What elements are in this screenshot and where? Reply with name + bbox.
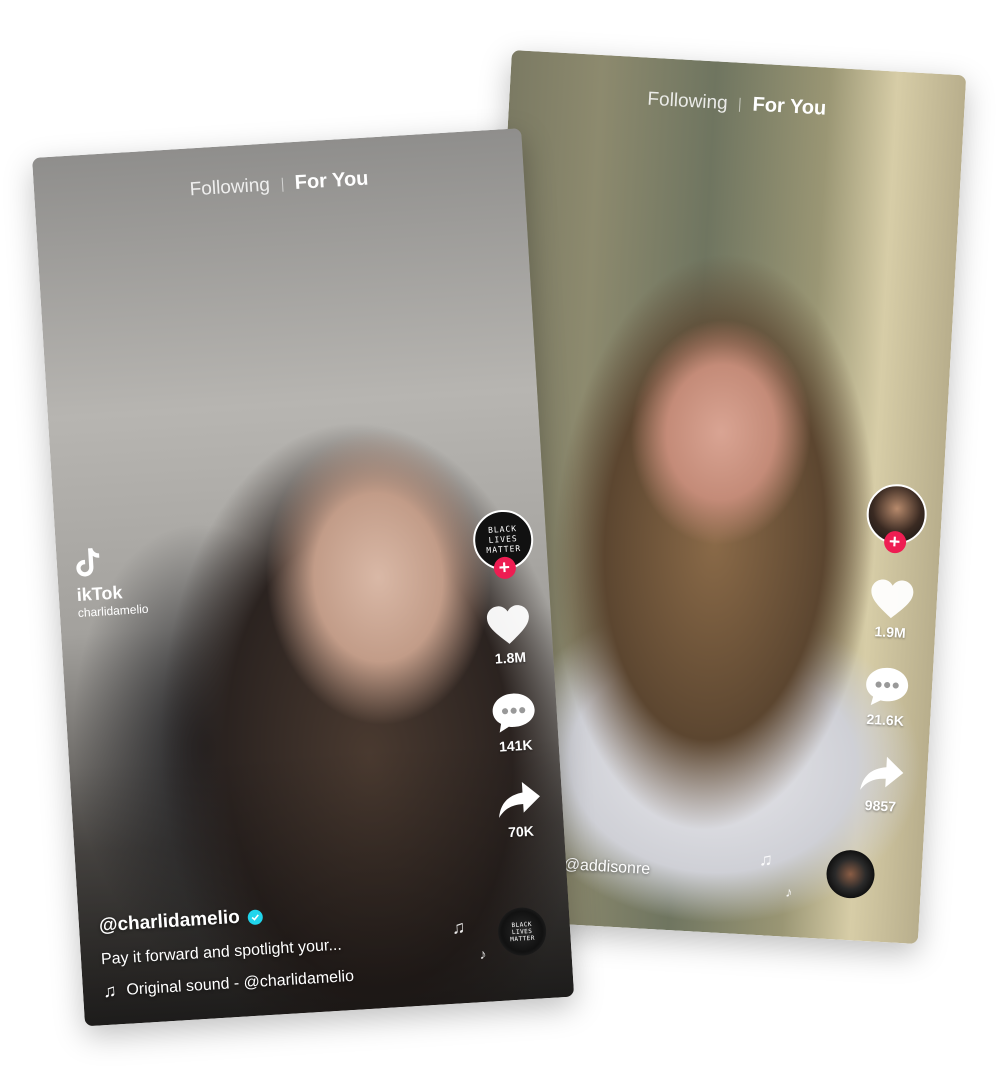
music-note-small-icon: ♪ xyxy=(785,883,793,900)
verified-icon xyxy=(247,908,264,925)
tab-following[interactable]: Following xyxy=(647,89,728,114)
comment-icon xyxy=(866,667,909,706)
follow-plus-icon[interactable]: + xyxy=(493,556,517,580)
disc-blm-text: BLACK LIVES MATTER xyxy=(510,920,536,943)
video-card-charlidamelio[interactable]: Following For You ikTok charlidamelio BLA… xyxy=(32,128,575,1027)
video-description[interactable]: Pay it forward and spotlight your... xyxy=(101,936,353,969)
tab-divider xyxy=(281,177,284,192)
tiktok-logo-icon xyxy=(76,548,100,577)
tab-for-you[interactable]: For You xyxy=(294,168,369,194)
like-count: 1.9M xyxy=(874,623,907,641)
music-note-small-icon: ♪ xyxy=(478,945,487,963)
comment-count: 21.6K xyxy=(866,710,905,729)
comment-button[interactable]: 141K xyxy=(490,690,540,755)
share-button[interactable]: 70K xyxy=(495,778,545,841)
share-button[interactable]: 9857 xyxy=(857,753,906,815)
share-icon xyxy=(860,756,904,790)
tab-following[interactable]: Following xyxy=(189,175,270,201)
like-count: 1.8M xyxy=(494,648,527,667)
comment-button[interactable]: 21.6K xyxy=(862,665,911,729)
creator-avatar[interactable]: BLACK LIVES MATTER + xyxy=(471,508,535,580)
comment-count: 141K xyxy=(498,736,533,755)
music-notes-icon: ♫ xyxy=(451,917,466,938)
share-icon xyxy=(499,782,540,818)
creator-avatar[interactable]: + xyxy=(865,482,929,554)
music-notes-icon: ♫ xyxy=(758,849,774,870)
like-button[interactable]: 1.9M xyxy=(867,577,916,641)
like-button[interactable]: 1.8M xyxy=(484,602,534,667)
heart-icon xyxy=(486,605,529,644)
share-count: 9857 xyxy=(864,796,897,815)
tiktok-watermark: ikTok charlidamelio xyxy=(74,544,149,620)
tab-divider xyxy=(739,97,741,112)
share-count: 70K xyxy=(507,822,535,841)
comment-icon xyxy=(492,693,535,733)
heart-icon xyxy=(871,579,914,619)
avatar-blm-text: BLACK LIVES MATTER xyxy=(486,524,522,555)
follow-plus-icon[interactable]: + xyxy=(883,530,907,554)
music-note-icon: ♫ xyxy=(102,980,118,1002)
video-caption: @charlidamelio Pay it forward and spotli… xyxy=(98,900,354,1002)
tab-for-you[interactable]: For You xyxy=(752,94,827,120)
